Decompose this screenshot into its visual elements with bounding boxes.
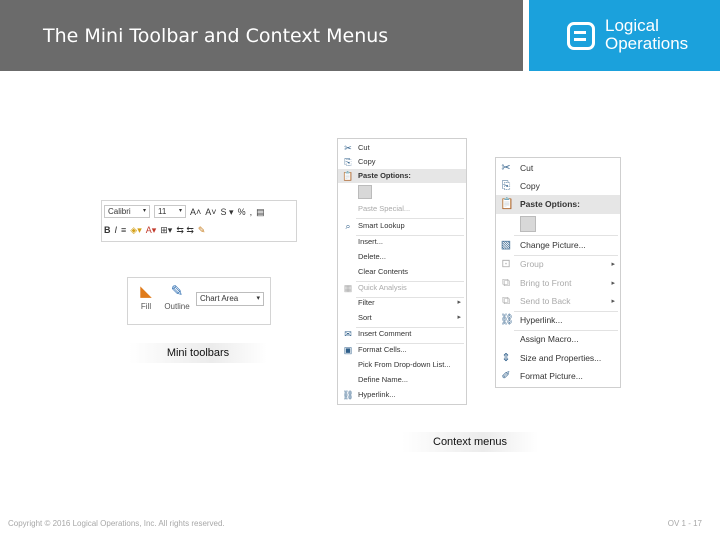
chevron-down-icon: ▾: [256, 295, 260, 302]
caption-context-menus: Context menus: [402, 432, 538, 452]
menu-item-pick-from-list[interactable]: Pick From Drop-down List...: [338, 358, 466, 372]
menu-item-delete[interactable]: Delete...: [338, 250, 466, 264]
paste-button[interactable]: [520, 216, 536, 232]
menu-item-define-name[interactable]: Define Name...: [338, 373, 466, 387]
menu-item-clear-contents[interactable]: Clear Contents: [338, 265, 466, 279]
chevron-right-icon: ▸: [457, 314, 461, 321]
format-picture-icon: ✐: [501, 370, 511, 382]
menu-item-copy[interactable]: ⎘ Copy: [338, 155, 466, 169]
paste-icon: 📋: [500, 198, 514, 210]
shrink-font-icon[interactable]: A˅: [205, 207, 216, 217]
font-size-box[interactable]: 11 ▾: [154, 205, 186, 218]
menu-item-paste-special[interactable]: Paste Special...: [338, 202, 466, 216]
paste-icon: 📋: [342, 171, 354, 181]
percent-icon[interactable]: %: [238, 207, 246, 217]
pencil-icon: ✎: [170, 283, 184, 300]
group-icon: ⊡: [501, 258, 511, 270]
align-icon[interactable]: ≡: [121, 225, 126, 235]
menu-item-format-picture[interactable]: ✐ Format Picture...: [496, 367, 620, 386]
size-properties-icon: ⇕: [501, 352, 511, 364]
change-picture-icon: ▧: [500, 239, 512, 251]
menu-item-format-cells[interactable]: ▣ Format Cells...: [338, 343, 466, 357]
menu-item-insert-comment[interactable]: ✉ Insert Comment: [338, 327, 466, 341]
copyright-notice: Copyright © 2016 Logical Operations, Inc…: [8, 519, 225, 528]
logical-operations-logo-icon: [567, 22, 595, 50]
paint-bucket-icon: ◣: [140, 283, 152, 300]
menu-item-hyperlink[interactable]: ⛓ Hyperlink...: [496, 311, 620, 330]
scissors-icon: ✂: [501, 162, 511, 174]
menu-item-smart-lookup[interactable]: ⌕ Smart Lookup: [338, 219, 466, 233]
chevron-right-icon: ▸: [611, 298, 615, 305]
logo-text: Logical Operations: [605, 16, 689, 53]
chevron-right-icon: ▸: [611, 261, 615, 268]
menu-item-group[interactable]: ⊡ Group ▸: [496, 255, 620, 274]
mini-toolbar-chart: ◣ Fill ✎ Outline Chart Area ▾: [127, 277, 271, 325]
slide-title: The Mini Toolbar and Context Menus: [43, 25, 389, 47]
format-painter-icon[interactable]: ▤: [256, 207, 265, 217]
menu-item-bring-to-front[interactable]: ⧉ Bring to Front ▸: [496, 274, 620, 293]
menu-item-copy[interactable]: ⎘ Copy: [496, 177, 620, 196]
format-cells-icon: ▣: [343, 345, 353, 355]
send-back-icon: ⧉: [502, 295, 510, 307]
bring-front-icon: ⧉: [502, 277, 510, 289]
menu-item-send-to-back[interactable]: ⧉ Send to Back ▸: [496, 292, 620, 311]
decimal-icon[interactable]: ⇆ ⇆: [176, 225, 194, 235]
italic-icon[interactable]: I: [115, 225, 118, 235]
grow-font-icon[interactable]: A˄: [190, 207, 201, 217]
menu-item-quick-analysis[interactable]: ▦ Quick Analysis: [338, 281, 466, 295]
borders-icon[interactable]: ⊞▾: [160, 225, 172, 235]
menu-item-sort[interactable]: Sort ▸: [338, 311, 466, 325]
copy-icon: ⎘: [344, 157, 352, 167]
menu-item-change-picture[interactable]: ▧ Change Picture...: [496, 236, 620, 255]
paste-button[interactable]: [358, 185, 372, 199]
menu-item-filter[interactable]: Filter ▸: [338, 296, 466, 310]
menu-item-size-and-properties[interactable]: ⇕ Size and Properties...: [496, 349, 620, 368]
fill-color-icon[interactable]: ◈▾: [130, 225, 141, 235]
search-icon: ⌕: [345, 221, 351, 231]
hyperlink-icon: ⛓: [500, 314, 514, 326]
comma-icon[interactable]: ,: [250, 207, 253, 217]
menu-item-hyperlink[interactable]: ⛓ Hyperlink...: [338, 388, 466, 402]
font-color-icon[interactable]: A▾: [146, 225, 157, 235]
chevron-right-icon: ▸: [611, 280, 615, 287]
menu-item-cut[interactable]: ✂ Cut: [338, 141, 466, 155]
menu-item-assign-macro[interactable]: Assign Macro...: [496, 330, 620, 349]
comment-icon: ✉: [344, 329, 352, 339]
menu-item-cut[interactable]: ✂ Cut: [496, 159, 620, 178]
chevron-right-icon: ▸: [457, 299, 461, 306]
chart-element-select[interactable]: Chart Area ▾: [196, 292, 264, 306]
page-number: OV 1 - 17: [667, 519, 702, 528]
bold-icon[interactable]: B: [104, 225, 111, 235]
quick-analysis-icon: ▦: [343, 283, 353, 293]
menu-item-paste-options: 📋 Paste Options:: [338, 169, 466, 183]
context-menu-picture: ✂ Cut ⎘ Copy 📋 Paste Options: ▧ Change Pictu…: [495, 157, 621, 388]
font-name-box[interactable]: Calibri ▾: [104, 205, 150, 218]
fill-tool[interactable]: ◣ Fill: [131, 282, 161, 311]
context-menu-cells: ✂ Cut ⎘ Copy 📋 Paste Options: Paste Special…: [337, 138, 467, 405]
menu-item-paste-options: 📋 Paste Options:: [496, 195, 620, 214]
mini-toolbar-format: Calibri ▾ 11 ▾ A˄ A˅ S ▾ % , ▤ B I ≡ ◈▾ A▾…: [101, 200, 297, 242]
logo-banner: Logical Operations: [529, 0, 720, 71]
scissors-icon: ✂: [344, 143, 352, 153]
caption-mini-toolbars: Mini toolbars: [129, 343, 267, 363]
hyperlink-icon: ⛓: [342, 390, 354, 400]
menu-item-insert[interactable]: Insert...: [338, 235, 466, 249]
eraser-icon[interactable]: ✎: [198, 225, 206, 235]
copy-icon: ⎘: [501, 180, 511, 192]
outline-tool[interactable]: ✎ Outline: [162, 282, 192, 311]
title-bar: The Mini Toolbar and Context Menus: [0, 0, 523, 71]
styles-icon[interactable]: S ▾: [221, 207, 234, 217]
